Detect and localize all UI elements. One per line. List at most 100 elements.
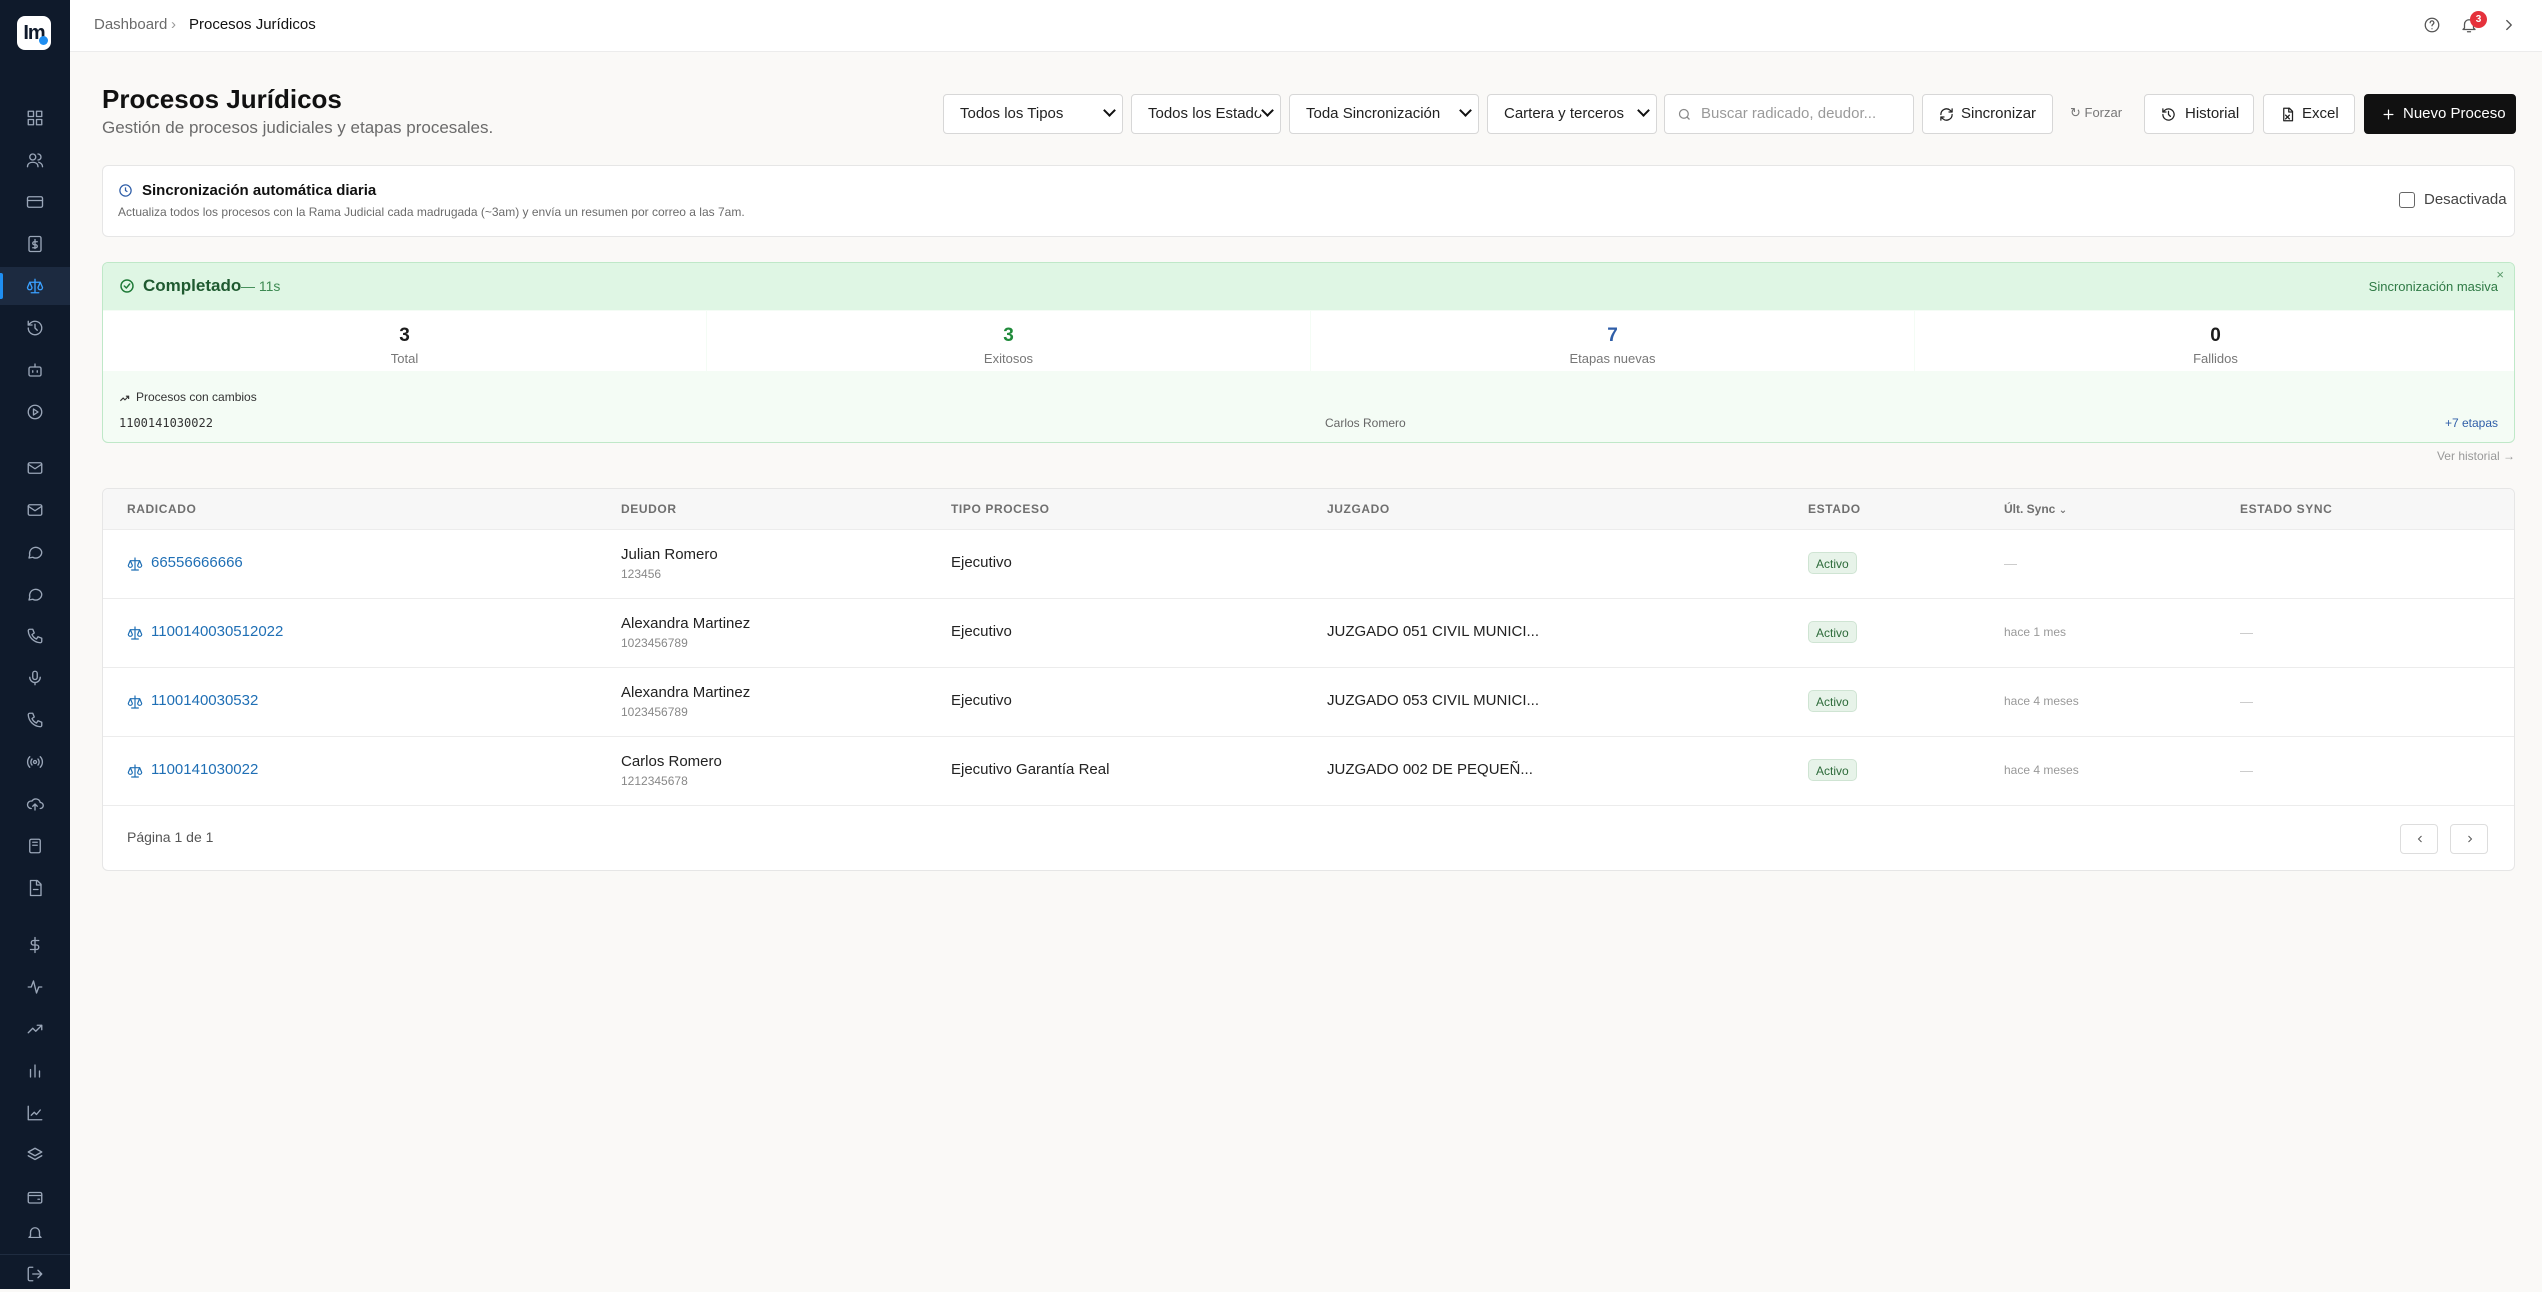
autosync-checkbox[interactable] xyxy=(2399,192,2415,208)
tipo-filter-select[interactable]: Todos los Tipos xyxy=(943,94,1123,134)
sidebar-item-chat[interactable] xyxy=(0,533,70,571)
sidebar-item-mail[interactable] xyxy=(0,449,70,487)
sidebar-item-legal[interactable] xyxy=(0,267,70,305)
expand-button[interactable] xyxy=(2500,16,2520,36)
sidebar-item-calls[interactable] xyxy=(0,617,70,655)
cartera-filter-select[interactable]: Cartera y terceros xyxy=(1487,94,1657,134)
sidebar: Im xyxy=(0,0,70,1289)
radicado-link[interactable]: 1100141030022 xyxy=(151,761,258,778)
radicado-link[interactable]: 1100140030512022 xyxy=(151,623,283,640)
ult-sync: hace 4 meses xyxy=(2004,694,2079,708)
sidebar-item-cards[interactable] xyxy=(0,183,70,221)
sync-button[interactable]: Sincronizar xyxy=(1922,94,2053,134)
help-icon xyxy=(2424,17,2440,33)
sidebar-item-line-chart[interactable] xyxy=(0,1094,70,1132)
sort-chevron-icon: ⌄ xyxy=(2058,505,2068,516)
tipo-proceso: Ejecutivo xyxy=(951,623,1012,640)
table-row[interactable] xyxy=(103,667,2514,736)
col-deudor[interactable]: DEUDOR xyxy=(621,502,677,516)
sidebar-item-users[interactable] xyxy=(0,141,70,179)
next-page-button[interactable] xyxy=(2450,824,2488,854)
chevron-down-icon xyxy=(1103,104,1116,117)
chat-icon xyxy=(28,546,43,559)
scale-icon xyxy=(127,763,143,779)
prev-page-button[interactable] xyxy=(2400,824,2438,854)
col-estado-sync[interactable]: ESTADO SYNC xyxy=(2240,502,2332,516)
table-row[interactable] xyxy=(103,529,2514,598)
wallet-icon xyxy=(27,1191,43,1204)
page-title: Procesos Jurídicos xyxy=(102,84,342,114)
col-tipo-proceso[interactable]: TIPO PROCESO xyxy=(951,502,1050,516)
sync-filter-select[interactable]: Toda Sincronización xyxy=(1289,94,1479,134)
sidebar-item-reports[interactable] xyxy=(0,869,70,907)
sidebar-item-alerts[interactable] xyxy=(0,1218,70,1238)
grid-icon xyxy=(27,110,43,126)
sidebar-item-activity[interactable] xyxy=(0,968,70,1006)
sidebar-item-wallet[interactable] xyxy=(0,1178,70,1216)
table-row[interactable] xyxy=(103,736,2514,805)
sidebar-item-upload[interactable] xyxy=(0,785,70,823)
sidebar-item-ledger[interactable] xyxy=(0,827,70,865)
radicado-link[interactable]: 66556666666 xyxy=(151,554,243,571)
juzgado: JUZGADO 051 CIVIL MUNICI... xyxy=(1327,623,1539,640)
sidebar-item-dialer[interactable] xyxy=(0,701,70,739)
col-radicado[interactable]: RADICADO xyxy=(127,502,196,516)
col-estado[interactable]: ESTADO xyxy=(1808,502,1861,516)
sidebar-item-broadcast[interactable] xyxy=(0,743,70,781)
breadcrumb-current: Procesos Jurídicos xyxy=(189,16,316,33)
bell-icon xyxy=(28,1227,42,1238)
sidebar-item-dashboard[interactable] xyxy=(0,99,70,137)
new-process-button[interactable]: Nuevo Proceso xyxy=(2364,94,2516,134)
table-footer-divider xyxy=(103,805,2514,806)
col-juzgado[interactable]: JUZGADO xyxy=(1327,502,1390,516)
sidebar-item-history[interactable] xyxy=(0,309,70,347)
breadcrumb-dashboard[interactable]: Dashboard xyxy=(94,16,167,33)
ult-sync: — xyxy=(2004,556,2017,571)
sidebar-item-play[interactable] xyxy=(0,393,70,431)
sidebar-item-mail-2[interactable] xyxy=(0,491,70,529)
search-icon xyxy=(1678,108,1690,120)
view-history-link[interactable]: Ver historial → xyxy=(2437,449,2515,463)
file-dollar-icon xyxy=(28,235,42,253)
refresh-icon xyxy=(1940,108,1953,121)
deudor-doc: 123456 xyxy=(621,567,662,581)
estado-filter-select[interactable]: Todos los Estado xyxy=(1131,94,1281,134)
message-icon xyxy=(28,588,43,601)
deudor-name: Alexandra Martinez xyxy=(621,615,751,632)
history-button[interactable]: Historial xyxy=(2144,94,2254,134)
sidebar-item-trends[interactable] xyxy=(0,1010,70,1048)
sidebar-item-documents[interactable] xyxy=(0,225,70,263)
app-logo[interactable]: Im xyxy=(17,16,51,50)
changed-radicado: 1100141030022 xyxy=(119,416,213,430)
help-button[interactable] xyxy=(2423,16,2443,36)
tipo-proceso: Ejecutivo Garantía Real xyxy=(951,761,1110,778)
bot-icon xyxy=(28,363,42,377)
top-bar xyxy=(70,0,2542,52)
excel-button[interactable]: Excel xyxy=(2263,94,2355,134)
microphone-icon xyxy=(29,670,41,686)
changes-title: Procesos con cambios xyxy=(136,390,257,404)
sidebar-item-bar-chart[interactable] xyxy=(0,1052,70,1090)
col-ult-sync[interactable]: Últ. Sync ⌄ xyxy=(2004,502,2067,516)
sidebar-item-bot[interactable] xyxy=(0,351,70,389)
force-sync-button[interactable]: ↻ Forzar xyxy=(2070,94,2130,134)
radicado-link[interactable]: 1100140030532 xyxy=(151,692,258,709)
sync-result-header xyxy=(103,263,2514,310)
status-badge: Activo xyxy=(1808,759,1857,781)
changed-deudor: Carlos Romero xyxy=(1325,416,1406,430)
stat-total: 3 Total xyxy=(103,311,706,371)
close-icon[interactable]: × xyxy=(2496,267,2504,282)
clock-icon xyxy=(118,183,133,198)
sidebar-item-messages[interactable] xyxy=(0,575,70,613)
sidebar-item-finance[interactable] xyxy=(0,926,70,964)
stat-success-value: 3 xyxy=(1003,325,1014,346)
logout-button[interactable] xyxy=(0,1254,70,1292)
scale-icon xyxy=(127,694,143,710)
status-badge: Activo xyxy=(1808,552,1857,574)
table-row[interactable] xyxy=(103,598,2514,667)
search-input[interactable]: Buscar radicado, deudor... xyxy=(1664,94,1914,134)
sidebar-item-layers[interactable] xyxy=(0,1136,70,1174)
sidebar-item-voice[interactable] xyxy=(0,659,70,697)
sync-mode: Sincronización masiva xyxy=(2368,279,2498,294)
autosync-description: Actualiza todos los procesos con la Rama… xyxy=(118,205,745,219)
